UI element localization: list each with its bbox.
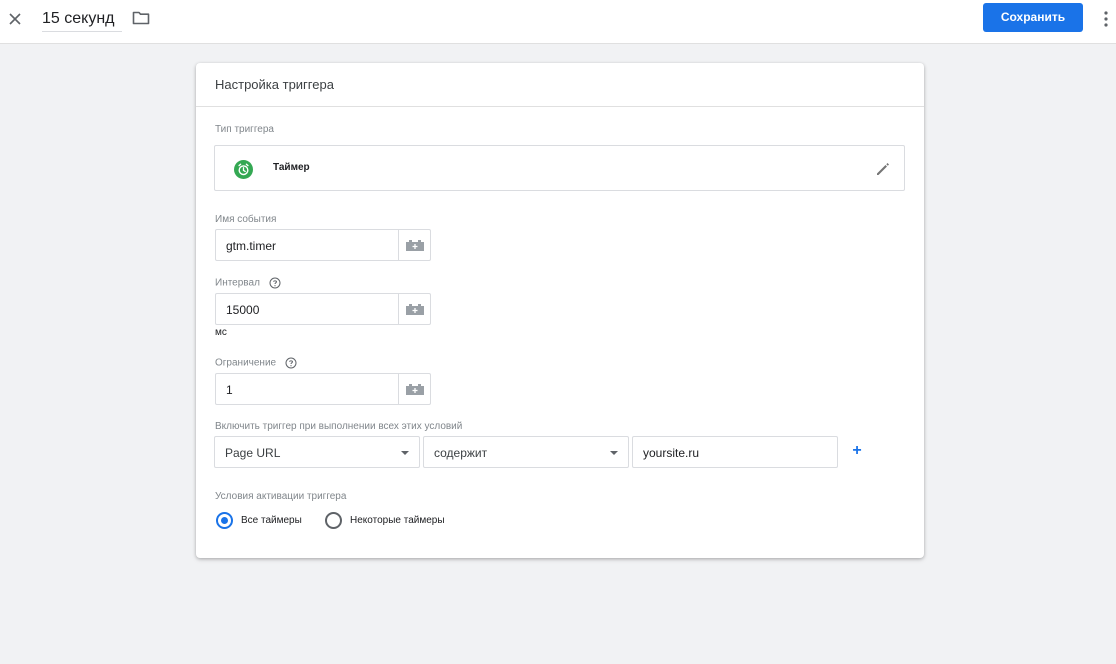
radio-checked-icon [216,512,233,529]
card-title: Настройка триггера [215,77,334,92]
radio-some-timers[interactable]: Некоторые таймеры [325,512,455,530]
limit-label: Ограничение [215,357,277,369]
condition-operator-select[interactable]: содержит [423,436,629,468]
condition-variable-value: Page URL [225,446,281,460]
folder-icon[interactable] [132,10,150,26]
trigger-name-input[interactable]: 15 секунд [42,7,122,32]
edit-pencil-icon[interactable] [875,161,891,177]
condition-variable-select[interactable]: Page URL [214,436,420,468]
more-vert-icon[interactable] [1100,10,1112,28]
radio-unchecked-icon [325,512,342,529]
interval-unit: мс [215,327,227,338]
event-name-value: gtm.timer [226,239,277,253]
top-bar: 15 секунд Сохранить [0,0,1116,44]
radio-all-timers-label: Все таймеры [241,515,302,526]
limit-field[interactable]: 1 [215,373,431,405]
event-name-field[interactable]: gtm.timer [215,229,431,261]
radio-some-timers-label: Некоторые таймеры [350,515,445,526]
add-condition-button[interactable]: + [850,442,864,460]
trigger-config-card: Настройка триггера Тип триггера Таймер И… [196,63,924,558]
interval-value: 15000 [226,303,260,317]
condition-operator-value: содержит [434,446,488,460]
variable-brick-icon [406,304,424,315]
variable-picker-button[interactable] [398,374,430,404]
help-icon[interactable] [269,277,281,289]
interval-field[interactable]: 15000 [215,293,431,325]
variable-brick-icon [406,240,424,251]
interval-label-row: Интервал [215,277,281,289]
dropdown-arrow-icon [401,451,409,455]
dropdown-arrow-icon [610,451,618,455]
variable-picker-button[interactable] [398,294,430,324]
limit-label-row: Ограничение [215,357,297,369]
timer-icon [234,160,253,179]
trigger-type-selector[interactable]: Таймер [214,145,905,191]
variable-picker-button[interactable] [398,230,430,260]
save-button[interactable]: Сохранить [983,3,1083,32]
condition-value: yoursite.ru [643,446,700,460]
condition-value-input[interactable]: yoursite.ru [632,436,838,468]
close-icon[interactable] [6,10,24,28]
trigger-type-label: Тип триггера [215,124,274,135]
interval-label: Интервал [215,277,260,289]
variable-brick-icon [406,384,424,395]
card-header: Настройка триггера [196,63,924,107]
help-icon[interactable] [285,357,297,369]
radio-all-timers[interactable]: Все таймеры [216,512,316,530]
activation-label: Условия активации триггера [215,491,347,502]
limit-value: 1 [226,383,233,397]
conditions-label: Включить триггер при выполнении всех эти… [215,421,463,432]
event-name-label: Имя события [215,214,277,225]
trigger-type-name: Таймер [273,162,310,173]
